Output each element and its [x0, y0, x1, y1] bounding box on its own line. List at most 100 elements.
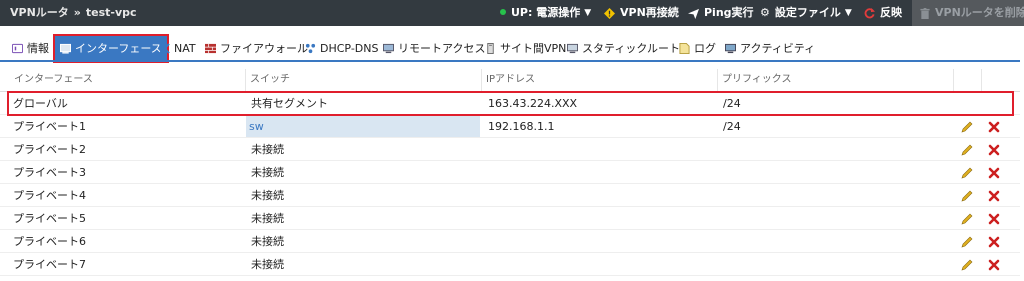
table-row[interactable]: プライベート5 未接続: [0, 208, 1020, 230]
ping-label: Ping実行: [704, 6, 754, 19]
nat-icon: [159, 42, 170, 54]
tab-log-label: ログ: [694, 42, 716, 55]
delete-x-icon[interactable]: [987, 258, 1001, 272]
delete-x-icon[interactable]: [987, 120, 1001, 134]
tab-info-label: 情報: [27, 42, 49, 55]
column-header-interface: インターフェース: [10, 69, 246, 91]
ip-address: 192.168.1.1: [488, 120, 555, 133]
tab-log[interactable]: ログ: [679, 36, 716, 61]
breadcrumb: VPNルータ » test-vpc: [10, 0, 137, 26]
tab-dhcp-dns-label: DHCP-DNS: [320, 42, 379, 55]
breadcrumb-router[interactable]: VPNルータ: [10, 6, 69, 19]
interface-name: プライベート4: [13, 189, 86, 202]
apply-button[interactable]: 反映: [864, 0, 902, 26]
switch-cell: 未接続: [251, 189, 284, 202]
config-file-button[interactable]: ⚙ 設定ファイル ▼: [760, 0, 852, 26]
send-icon: [688, 8, 699, 19]
switch-cell: 未接続: [251, 212, 284, 225]
vpn-reconnect-button[interactable]: VPN再接続: [604, 0, 679, 26]
edit-pencil-icon[interactable]: [960, 143, 974, 157]
breadcrumb-current: test-vpc: [85, 6, 137, 19]
tab-dhcp-dns[interactable]: DHCP-DNS: [305, 36, 378, 61]
tab-remote-access-label: リモートアクセス: [398, 42, 486, 55]
chevron-down-icon: ▼: [584, 8, 592, 18]
interface-name: プライベート3: [13, 166, 86, 179]
column-header-delete: [982, 69, 1020, 91]
tab-static-route[interactable]: スタティックルート: [567, 36, 680, 61]
top-bar: VPNルータ» test-vpc UP: 電源操作 ▼ VPN再接続 Ping実行 …: [0, 0, 1024, 26]
prefix: /24: [723, 120, 741, 133]
interface-name: プライベート2: [13, 143, 86, 156]
tab-activity-label: アクティビティ: [740, 42, 816, 55]
site-vpn-icon: [487, 42, 494, 54]
table-row[interactable]: プライベート2 未接続: [0, 139, 1020, 161]
tab-underline: [0, 60, 1020, 62]
global-row-highlight: [7, 91, 1014, 116]
power-button-label: UP: 電源操作: [511, 6, 581, 19]
tab-site-vpn[interactable]: サイト間VPN: [485, 36, 566, 61]
table-row[interactable]: プライベート6 未接続: [0, 231, 1020, 253]
power-button[interactable]: UP: 電源操作 ▼: [500, 0, 591, 26]
edit-pencil-icon[interactable]: [960, 189, 974, 203]
log-icon: [679, 42, 690, 54]
refresh-icon: [864, 7, 875, 18]
tab-nat[interactable]: NAT: [159, 36, 196, 61]
tab-static-route-label: スタティックルート: [582, 42, 681, 55]
info-icon: [12, 43, 23, 53]
tab-bar: 情報 インターフェース NAT ファイアウォール DHCP-DNS リモートアク…: [0, 34, 1024, 63]
delete-router-label: VPNルータを削除: [935, 6, 1024, 19]
breadcrumb-separator: »: [73, 6, 81, 19]
tab-interface[interactable]: インターフェース: [53, 34, 169, 63]
status-up-icon: [500, 9, 506, 15]
switch-cell: 未接続: [251, 235, 284, 248]
delete-x-icon[interactable]: [987, 212, 1001, 226]
config-file-label: 設定ファイル: [774, 6, 841, 19]
delete-x-icon[interactable]: [987, 235, 1001, 249]
interface-name: プライベート1: [13, 120, 86, 133]
switch-link[interactable]: sw: [246, 116, 480, 137]
table-row[interactable]: プライベート4 未接続: [0, 185, 1020, 207]
static-route-icon: [567, 43, 578, 53]
column-header-ip: IPアドレス: [482, 69, 718, 91]
vpn-reconnect-label: VPN再接続: [620, 6, 679, 19]
gear-icon: ⚙: [760, 6, 770, 19]
delete-x-icon[interactable]: [987, 166, 1001, 180]
table-row[interactable]: プライベート7 未接続: [0, 254, 1020, 276]
interface-name: プライベート5: [13, 212, 86, 225]
firewall-icon: [205, 43, 216, 53]
ping-button[interactable]: Ping実行: [688, 0, 754, 26]
tab-firewall-label: ファイアウォール: [220, 42, 308, 55]
apply-label: 反映: [880, 6, 902, 19]
tab-site-vpn-label: サイト間VPN: [500, 42, 567, 55]
edit-pencil-icon[interactable]: [960, 120, 974, 134]
edit-pencil-icon[interactable]: [960, 235, 974, 249]
dhcp-icon: [305, 43, 316, 53]
tab-firewall[interactable]: ファイアウォール: [205, 36, 308, 61]
delete-x-icon[interactable]: [987, 143, 1001, 157]
chevron-down-icon: ▼: [844, 8, 852, 18]
table-header: インターフェース スイッチ IPアドレス プリフィックス: [0, 69, 1020, 92]
interface-name: プライベート7: [13, 258, 86, 271]
tab-info[interactable]: 情報: [12, 36, 49, 61]
remote-access-icon: [383, 43, 394, 53]
tab-interface-label: インターフェース: [75, 42, 162, 55]
edit-pencil-icon[interactable]: [960, 212, 974, 226]
interface-icon: [60, 43, 71, 54]
switch-cell: 未接続: [251, 166, 284, 179]
warning-icon: [604, 7, 615, 19]
delete-x-icon[interactable]: [987, 189, 1001, 203]
delete-router-button[interactable]: VPNルータを削除: [912, 0, 1024, 26]
tab-nat-label: NAT: [174, 42, 196, 55]
column-header-prefix: プリフィックス: [718, 69, 954, 91]
column-header-edit: [954, 69, 982, 91]
table-row[interactable]: プライベート1 sw 192.168.1.1 /24: [0, 116, 1020, 138]
switch-cell: 未接続: [251, 258, 284, 271]
tab-activity[interactable]: アクティビティ: [725, 36, 815, 61]
interface-name: プライベート6: [13, 235, 86, 248]
tab-remote-access[interactable]: リモートアクセス: [383, 36, 485, 61]
trash-icon: [920, 7, 930, 19]
edit-pencil-icon[interactable]: [960, 166, 974, 180]
edit-pencil-icon[interactable]: [960, 258, 974, 272]
column-header-switch: スイッチ: [246, 69, 482, 91]
table-row[interactable]: プライベート3 未接続: [0, 162, 1020, 184]
